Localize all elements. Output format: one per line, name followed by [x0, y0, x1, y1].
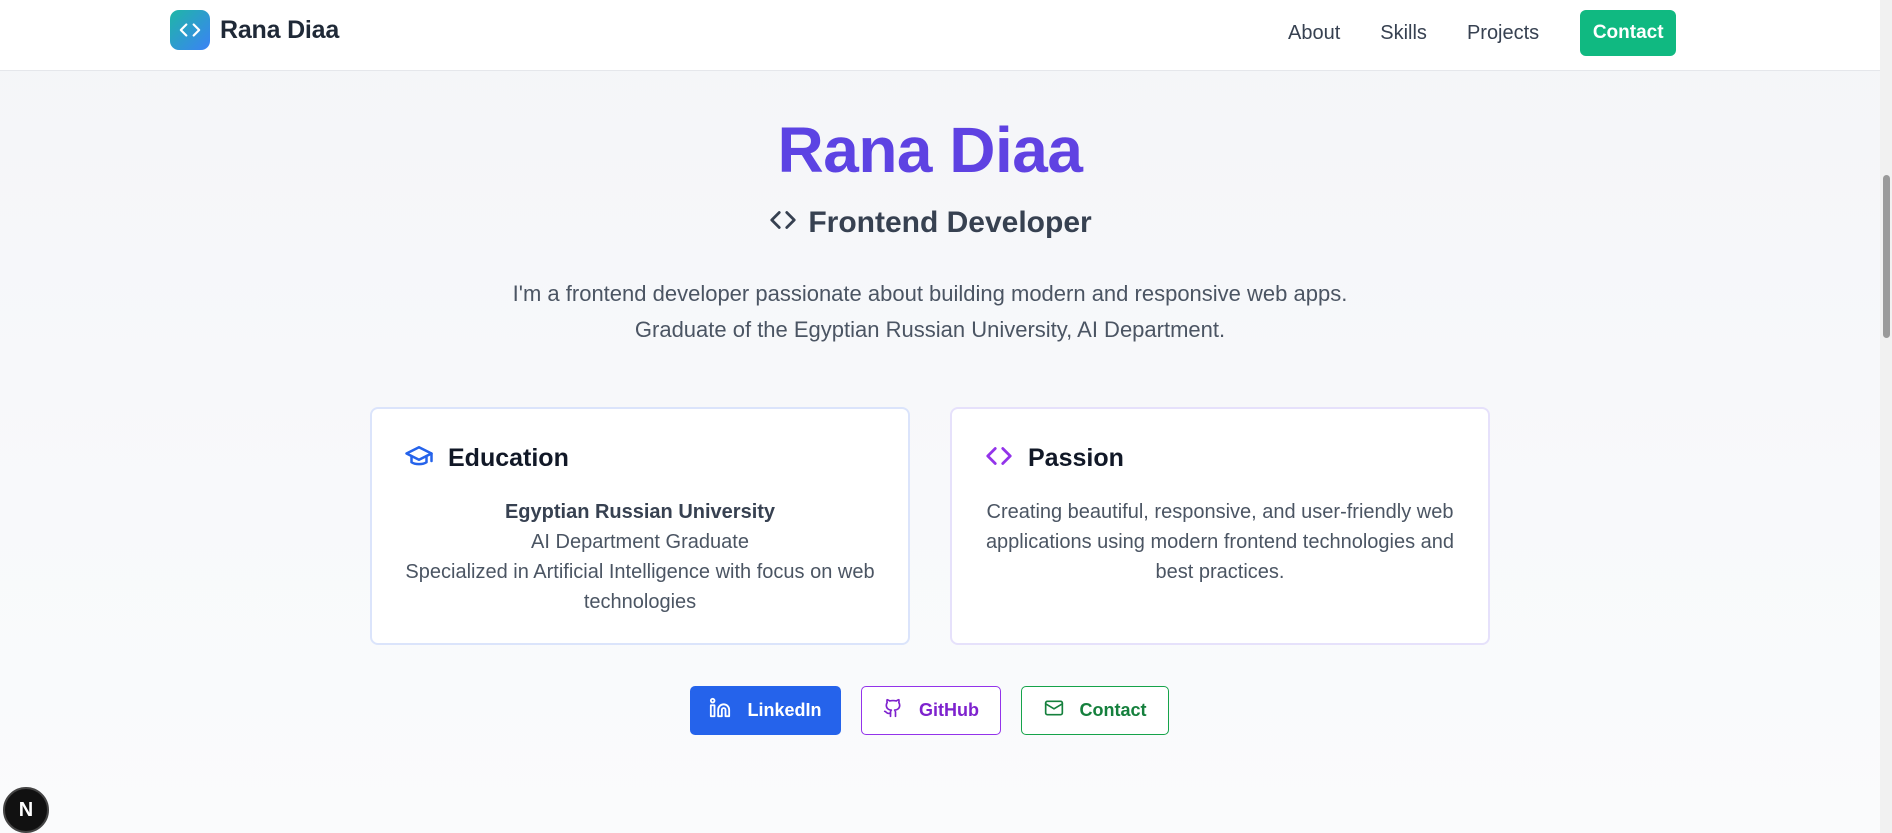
- hero-name: Rana Diaa: [0, 113, 1860, 187]
- code-logo-icon: [170, 10, 210, 50]
- mail-icon: [1044, 698, 1064, 723]
- nextjs-dev-badge[interactable]: N: [3, 787, 49, 833]
- passion-title: Passion: [1028, 444, 1124, 472]
- graduation-cap-icon: [404, 441, 434, 476]
- contact-label: Contact: [1079, 700, 1147, 720]
- page: Rana Diaa About Skills Projects Contact …: [0, 0, 1892, 833]
- education-card-header: Education: [404, 441, 569, 476]
- code-icon: [984, 441, 1014, 476]
- role-line: Frontend Developer: [0, 205, 1860, 240]
- nav-link-projects[interactable]: Projects: [1467, 22, 1539, 45]
- passion-card-header: Passion: [984, 441, 1124, 476]
- social-buttons: LinkedIn GitHub Contact: [690, 686, 1169, 735]
- passion-body: Creating beautiful, responsive, and user…: [985, 501, 1455, 583]
- top-navbar: Rana Diaa About Skills Projects Contact: [0, 0, 1880, 71]
- linkedin-label: LinkedIn: [747, 700, 822, 720]
- degree-text: AI Department Graduate: [531, 531, 749, 553]
- linkedin-icon: [709, 697, 731, 724]
- linkedin-button[interactable]: LinkedIn: [690, 686, 841, 735]
- github-label: GitHub: [919, 700, 979, 720]
- scrollbar-track[interactable]: [1880, 0, 1892, 833]
- education-detail: Specialized in Artificial Intelligence w…: [405, 561, 875, 613]
- nav-link-skills[interactable]: Skills: [1380, 22, 1427, 45]
- education-title: Education: [448, 444, 569, 472]
- brand-name: Rana Diaa: [220, 15, 340, 44]
- role-title: Frontend Developer: [808, 205, 1092, 239]
- main-nav: About Skills Projects Contact: [1288, 10, 1677, 56]
- nextjs-icon: N: [18, 798, 34, 821]
- code-icon: [768, 205, 798, 240]
- nav-contact-button[interactable]: Contact: [1580, 10, 1677, 56]
- education-card: Education Egyptian Russian University AI…: [370, 407, 910, 645]
- contact-button[interactable]: Contact: [1021, 686, 1169, 735]
- bio-text: I'm a frontend developer passionate abou…: [512, 281, 1348, 342]
- university-name: Egyptian Russian University: [504, 501, 776, 523]
- brand[interactable]: Rana Diaa: [170, 10, 339, 50]
- education-body: Egyptian Russian University AI Departmen…: [392, 497, 888, 617]
- passion-card: Passion Creating beautiful, responsive, …: [950, 407, 1490, 645]
- github-button[interactable]: GitHub: [861, 686, 1001, 735]
- github-icon: [883, 698, 903, 723]
- scrollbar-thumb[interactable]: [1883, 175, 1890, 338]
- nav-link-about[interactable]: About: [1288, 22, 1340, 45]
